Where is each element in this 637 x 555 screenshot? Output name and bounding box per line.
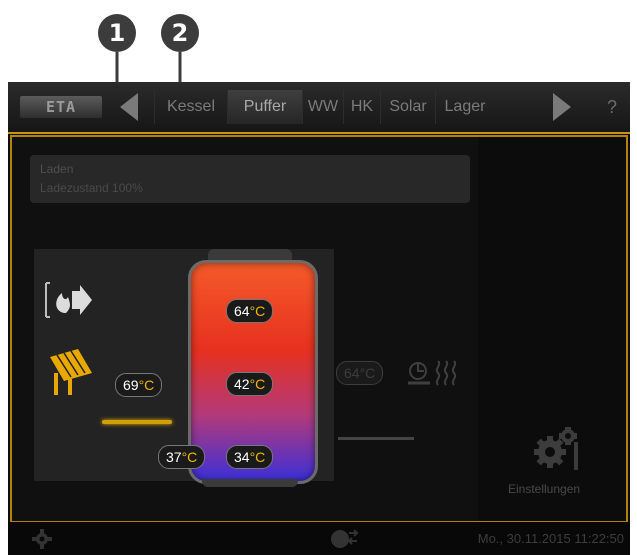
eta-touch-display: ETA Kessel Puffer WW HK Solar Lager ? La…: [8, 82, 630, 555]
temp-unit: °C: [249, 449, 266, 465]
temp-unit: °C: [181, 449, 198, 465]
bottom-status-bar: Mo., 30.11.2015 11:22:50: [8, 522, 630, 555]
tab-kessel[interactable]: Kessel: [154, 90, 227, 124]
solar-collector-icon: [50, 349, 92, 395]
callout-1: 1: [98, 14, 136, 52]
tank-base: [202, 479, 298, 487]
right-column: Einstellungen: [478, 137, 626, 521]
tab-solar[interactable]: Solar: [380, 90, 435, 124]
temp-value: 64: [344, 365, 360, 381]
network-globe-icon[interactable]: [330, 527, 360, 551]
temp-value: 34: [234, 449, 250, 465]
datetime: Mo., 30.11.2015 11:22:50: [477, 531, 624, 546]
temp-unit: °C: [249, 376, 266, 392]
tab-ww[interactable]: WW: [302, 90, 343, 124]
callout-2: 2: [161, 14, 199, 52]
status-title: Laden: [40, 162, 74, 176]
top-navigation-bar: ETA Kessel Puffer WW HK Solar Lager ?: [8, 82, 630, 134]
heating-consumer-icon: [408, 360, 457, 386]
main-content: Laden Ladezustand 100% Einstellungen 69°…: [10, 135, 628, 523]
nav-next-arrow-icon[interactable]: [553, 93, 571, 121]
temp-consumer: 64°C: [336, 361, 384, 385]
temp-unit: °C: [359, 365, 376, 381]
tab-lager[interactable]: Lager: [435, 90, 494, 124]
tab-puffer[interactable]: Puffer: [227, 90, 302, 124]
consumer-pipe: [338, 437, 414, 440]
temp-tank-top: 64°C: [226, 299, 274, 323]
status-box[interactable]: Laden Ladezustand 100%: [30, 155, 470, 203]
gear-icon[interactable]: [30, 528, 54, 550]
help-button[interactable]: ?: [595, 90, 629, 124]
temp-value: 37: [166, 449, 182, 465]
temp-solar-flow: 69°C: [115, 373, 163, 397]
status-subtitle: Ladezustand 100%: [40, 181, 143, 195]
heat-exchanger-icon: [45, 282, 92, 318]
temp-value: 69: [123, 377, 139, 393]
temp-unit: °C: [138, 377, 155, 393]
solar-pipe: [102, 420, 172, 424]
nav-prev-arrow-icon[interactable]: [120, 93, 138, 121]
tab-hk[interactable]: HK: [343, 90, 380, 124]
temp-value: 64: [234, 303, 250, 319]
eta-logo[interactable]: ETA: [20, 96, 102, 118]
temp-unit: °C: [249, 303, 266, 319]
temp-tank-middle: 42°C: [226, 372, 274, 396]
temp-solar-return: 37°C: [158, 445, 206, 469]
temp-value: 42: [234, 376, 250, 392]
settings-gear-icon[interactable]: [528, 422, 584, 478]
settings-label[interactable]: Einstellungen: [508, 482, 580, 496]
temp-tank-bottom: 34°C: [226, 445, 274, 469]
